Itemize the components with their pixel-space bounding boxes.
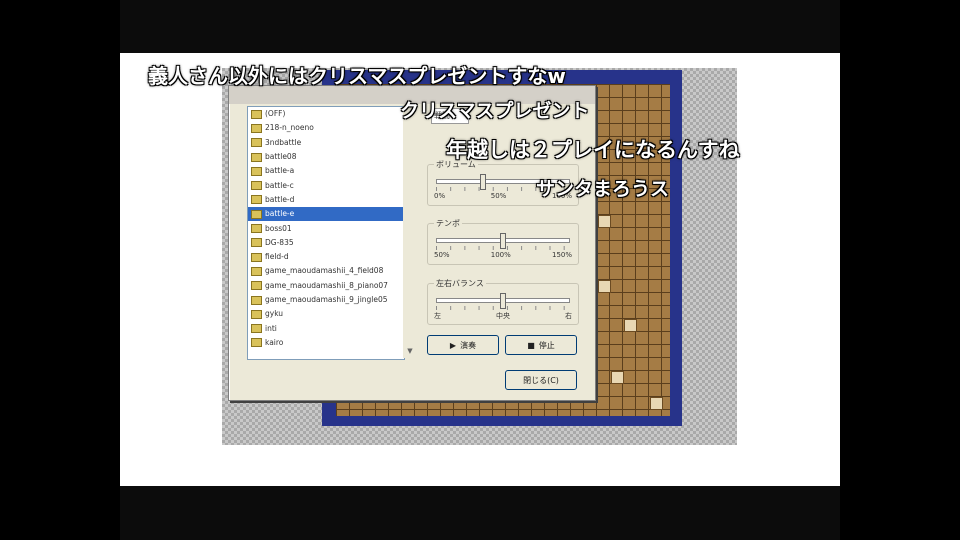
list-item[interactable]: battle-a: [248, 164, 404, 178]
tempo-min-label: 50%: [434, 251, 450, 259]
list-item[interactable]: kairo: [248, 336, 404, 350]
music-file-icon: [251, 295, 262, 305]
list-item-label: game_maoudamashii_4_field08: [265, 266, 384, 276]
list-item-label: battle-c: [265, 180, 294, 190]
balance-group: 左右バランス 左 中央 右: [427, 278, 579, 325]
music-file-icon: [251, 181, 262, 191]
comment-2: クリスマスプレゼント: [400, 100, 590, 122]
music-file-icon: [251, 166, 262, 176]
map-object: [598, 280, 611, 293]
music-file-icon: [251, 238, 262, 248]
music-file-icon: [251, 252, 262, 262]
list-item[interactable]: field-d: [248, 250, 404, 264]
close-button[interactable]: 閉じる(C): [505, 370, 577, 390]
bgm-file-list[interactable]: (OFF) 218-n_noeno 3ndbattle battle08 battle-…: [247, 106, 405, 360]
map-object: [650, 397, 663, 410]
list-item-label: game_maoudamashii_9_jingle05: [265, 295, 388, 304]
list-item[interactable]: (OFF): [248, 107, 404, 121]
bgm-select-dialog: (OFF) 218-n_noeno 3ndbattle battle08 battle-…: [228, 85, 596, 401]
list-item-label: battle08: [265, 152, 297, 162]
map-object: [624, 319, 637, 332]
stop-button-label: 停止: [538, 340, 555, 350]
balance-slider[interactable]: [436, 293, 570, 309]
list-item[interactable]: 3ndbattle: [248, 136, 404, 150]
list-item[interactable]: game_maoudamashii_4_field08: [248, 264, 404, 278]
list-item-label: inti: [265, 323, 277, 333]
music-file-icon: [251, 309, 262, 319]
tempo-max-label: 150%: [551, 251, 572, 259]
list-item[interactable]: boss01: [248, 221, 404, 235]
music-file-icon: [251, 266, 262, 276]
music-file-icon: [251, 195, 262, 205]
list-item-label: (OFF): [265, 109, 286, 119]
list-item[interactable]: battle-d: [248, 193, 404, 207]
music-file-icon: [251, 152, 262, 162]
music-file-icon: [251, 209, 262, 219]
balance-max-label: 右: [565, 312, 572, 320]
volume-mid-label: 50%: [490, 192, 507, 200]
play-button-label: 演奏: [460, 340, 477, 350]
list-item-label: DG-835: [265, 237, 294, 247]
music-file-icon: [251, 338, 262, 348]
list-item-label: 3ndbattle: [265, 137, 302, 147]
volume-min-label: 0%: [434, 192, 446, 200]
list-item-label: 218-n_noeno: [265, 123, 314, 133]
stop-icon: ■: [527, 340, 535, 350]
map-object: [611, 371, 624, 384]
music-file-icon: [251, 123, 262, 133]
music-file-icon: [251, 281, 262, 291]
list-item[interactable]: battle-e: [248, 207, 404, 222]
tempo-group: テンポ 50% 100% 150%: [427, 218, 579, 265]
scroll-down-icon[interactable]: ▼: [403, 344, 417, 358]
tempo-ticks: [436, 246, 570, 250]
tempo-scale: 50% 100% 150%: [434, 251, 572, 259]
list-item-label: gyku: [265, 309, 284, 319]
list-item[interactable]: inti: [248, 321, 404, 335]
play-icon: ▶: [449, 340, 457, 350]
list-item[interactable]: 218-n_noeno: [248, 121, 404, 135]
stop-button[interactable]: ■ 停止: [505, 335, 577, 355]
tempo-slider[interactable]: [436, 233, 570, 249]
play-button[interactable]: ▶ 演奏: [427, 335, 499, 355]
map-object: [598, 215, 611, 228]
music-file-icon: [251, 324, 262, 334]
list-item-label: boss01: [265, 223, 292, 233]
list-item-label: battle-d: [265, 194, 295, 204]
letterbox-top: [120, 0, 840, 53]
balance-mid-label: 中央: [496, 312, 510, 320]
balance-label: 左右バランス: [434, 278, 486, 289]
tempo-label: テンポ: [434, 218, 462, 229]
list-item-label: battle-a: [265, 166, 295, 176]
comment-4: サンタまろうス: [536, 178, 670, 200]
list-item[interactable]: game_maoudamashii_9_jingle05: [248, 293, 404, 307]
tempo-mid-label: 100%: [490, 251, 511, 259]
list-item[interactable]: game_maoudamashii_8_piano07: [248, 279, 404, 293]
list-item-label: battle-e: [265, 209, 295, 219]
list-item[interactable]: DG-835: [248, 236, 404, 250]
list-scrollbar[interactable]: ▼: [403, 106, 417, 358]
comment-3: 年越しは２プレイになるんすね: [446, 138, 740, 162]
list-item[interactable]: gyku: [248, 307, 404, 321]
list-item-label: field-d: [265, 252, 289, 262]
music-file-icon: [251, 138, 262, 148]
list-item-label: kairo: [265, 337, 284, 347]
balance-ticks: [436, 306, 570, 310]
balance-scale: 左 中央 右: [434, 311, 572, 321]
letterbox-bottom: [120, 486, 840, 540]
comment-1: 義人さん以外にはクリスマスプレゼントすなw: [148, 64, 566, 88]
list-item-label: game_maoudamashii_8_piano07: [265, 280, 388, 290]
music-file-icon: [251, 109, 262, 119]
list-item[interactable]: battle08: [248, 150, 404, 164]
balance-min-label: 左: [434, 312, 441, 320]
music-file-icon: [251, 224, 262, 234]
list-item[interactable]: battle-c: [248, 178, 404, 192]
